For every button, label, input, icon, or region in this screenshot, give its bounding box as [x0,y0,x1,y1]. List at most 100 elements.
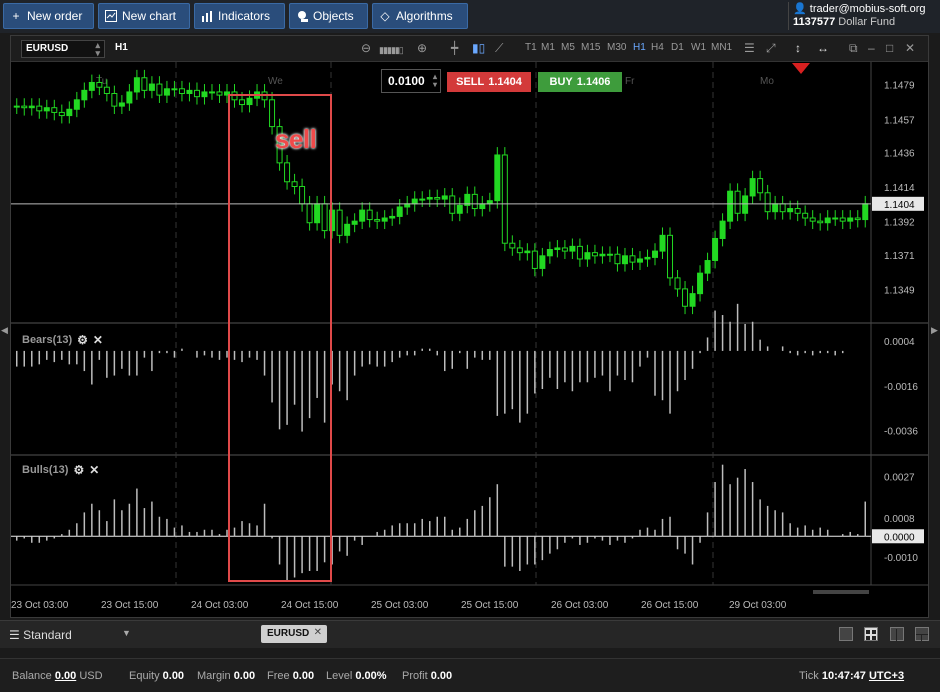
trendline-tool-icon[interactable]: ⤢ [766,40,776,56]
timeframe-m1[interactable]: M1 [541,42,555,53]
candle [742,195,749,214]
candle [494,154,501,202]
right-panel-arrow-icon[interactable]: ▶ [931,325,938,336]
candle [216,91,223,96]
candle [817,220,824,224]
candle [193,89,200,98]
candle-style-icon[interactable]: ▮▯ [472,40,485,56]
close-icon[interactable]: ✕ [93,333,103,347]
day-label: Fr [625,76,635,87]
close-tab-icon[interactable]: ✕ [314,627,322,638]
candle [509,242,516,249]
candle [854,217,861,221]
candle [13,105,20,108]
left-panel-arrow-icon[interactable]: ◀ [1,325,8,336]
diamond-icon: ◇ [380,9,390,23]
timeframe-d1[interactable]: D1 [671,42,684,53]
free-value: 0.00 [292,670,315,682]
candle [389,215,396,219]
timeframe-m30[interactable]: M30 [607,42,626,53]
candle [516,247,523,254]
price-tick-label: 1.1349 [884,285,915,296]
close-icon[interactable]: ✕ [89,463,99,477]
horizontal-line-tool-icon[interactable]: ↔ [817,40,829,56]
balance-value[interactable]: 0.00 [55,670,76,682]
trading-terminal: + New order New chart Indicators Objects… [0,0,940,692]
tab-eurusd[interactable]: EURUSD ✕ [261,625,327,643]
gear-icon[interactable]: ⚙ [73,463,84,477]
line-style-icon[interactable]: ⟋ [495,40,503,56]
free-label: Free [267,670,290,682]
candle [36,105,43,112]
price-tick-label: 1.1371 [884,251,915,262]
candle [43,107,50,112]
bears-tick-label: 0.0004 [884,337,915,348]
timeframe-h1[interactable]: H1 [633,42,646,53]
time-tick-label: 26 Oct 03:00 [551,600,609,611]
time-tick-label: 25 Oct 03:00 [371,600,429,611]
workspace-selector[interactable]: ☰ Standard [9,628,72,642]
lot-size-field[interactable]: 0.0100 ▴ ▾ [381,69,441,93]
margin-label: Margin [197,670,231,682]
menu-lines-icon[interactable]: ☰ [744,40,755,56]
timeframe-mn1[interactable]: MN1 [711,42,732,53]
margin-item: Margin 0.00 [197,670,255,682]
bears-indicator-label: Bears(13) ⚙ ✕ [22,333,103,347]
algorithms-button[interactable]: ◇ Algorithms [372,3,468,29]
minimize-icon[interactable]: – [868,40,875,56]
chart-canvas[interactable]: Tu We Fr Mo 1.14791.14571.14361.14141.13921.… [11,62,928,618]
day-label: We [268,76,283,87]
candle [772,203,779,213]
chevron-down-icon[interactable]: ▼ [122,628,131,638]
vertical-line-tool-icon[interactable]: ↕ [795,40,801,56]
zoom-slider[interactable]: ▮▮▮▮▮▯ [379,42,404,58]
new-chart-button[interactable]: New chart [98,3,190,29]
candle [832,217,839,220]
clock-item: Tick 10:47:47 UTC+3 [799,670,904,682]
layout-split-icon[interactable] [915,627,929,641]
candle [576,245,583,260]
timeframe-h4[interactable]: H4 [651,42,664,53]
gear-icon[interactable]: ⚙ [77,333,88,347]
zoom-in-icon[interactable]: ⊕ [417,40,427,56]
candle [28,105,35,109]
chart-window-icon [105,10,117,22]
indicators-button[interactable]: Indicators [194,3,285,29]
timeframe-m15[interactable]: M15 [581,42,600,53]
maximize-icon[interactable]: □ [886,40,893,56]
buy-button[interactable]: BUY 1.1406 [538,72,622,92]
timeframe-t1[interactable]: T1 [525,42,537,53]
zoom-out-icon[interactable]: ⊖ [361,40,371,56]
timeframe-m5[interactable]: M5 [561,42,575,53]
candle [749,178,756,197]
symbol-selector[interactable]: EURUSD ▴ ▾ [21,40,105,58]
equity-item: Equity 0.00 [129,670,184,682]
candle [336,209,343,236]
new-order-button[interactable]: + New order [3,3,94,29]
timezone-selector[interactable]: UTC+3 [869,670,904,682]
bar-style-icon[interactable]: ┿ [451,40,458,56]
candle [561,247,568,252]
close-window-icon[interactable]: ✕ [905,40,915,56]
sell-button[interactable]: SELL 1.1404 [447,72,531,92]
candle [584,252,591,260]
layout-single-icon[interactable] [839,627,853,641]
layout-columns-icon[interactable] [890,627,904,641]
free-item: Free 0.00 [267,670,314,682]
layout-grid-icon[interactable] [864,627,878,641]
candle [359,209,366,222]
candle [652,250,658,258]
spinner-icon[interactable]: ▴ ▾ [433,73,437,89]
candle [682,288,689,307]
indicators-label: Indicators [218,9,271,23]
candle [501,154,508,244]
timeframe-w1[interactable]: W1 [691,42,706,53]
account-info[interactable]: 👤 trader@mobius-soft.org 1137577 Dollar … [788,2,936,30]
algorithms-label: Algorithms [396,9,453,23]
detach-window-icon[interactable]: ⧉ [849,40,858,56]
objects-button[interactable]: Objects [289,3,368,29]
profit-label: Profit [402,670,428,682]
bulls-indicator-name: Bulls(13) [22,464,69,476]
time-tick-label: 26 Oct 15:00 [641,600,699,611]
candle [847,217,854,222]
